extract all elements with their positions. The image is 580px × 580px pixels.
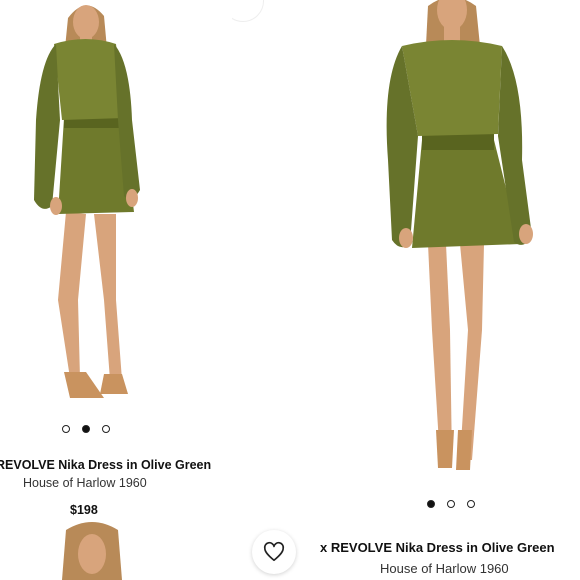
left-sleeve — [34, 44, 60, 209]
left-shoe — [436, 430, 454, 468]
carousel-dot-3[interactable] — [467, 500, 475, 508]
bodice-shape — [54, 39, 124, 120]
bodice-shape — [402, 40, 502, 136]
left-leg — [428, 244, 452, 460]
left-carousel-dots — [62, 425, 110, 433]
face-shape — [73, 5, 99, 39]
left-hand — [399, 228, 413, 248]
carousel-dot-1[interactable] — [62, 425, 70, 433]
carousel-dot-3[interactable] — [102, 425, 110, 433]
right-hand — [126, 189, 138, 207]
left-product-price: $198 — [70, 503, 98, 517]
left-leg — [58, 212, 86, 378]
favorite-button[interactable] — [252, 530, 296, 574]
right-shoe — [100, 374, 128, 394]
left-hand — [50, 197, 62, 215]
left-shoe — [64, 372, 104, 398]
right-product-card[interactable]: x REVOLVE Nika Dress in Olive Green Hous… — [232, 0, 580, 580]
face-shape — [78, 534, 106, 574]
right-product-brand[interactable]: House of Harlow 1960 — [380, 561, 509, 576]
right-leg — [94, 214, 122, 380]
right-carousel-dots — [427, 500, 475, 508]
right-shoe — [456, 430, 472, 470]
left-product-brand[interactable]: House of Harlow 1960 — [23, 476, 147, 490]
right-product-title[interactable]: x REVOLVE Nika Dress in Olive Green — [320, 540, 555, 555]
right-leg — [460, 244, 484, 460]
right-product-image[interactable] — [232, 0, 580, 480]
left-next-product-image[interactable] — [0, 520, 232, 580]
carousel-dot-1[interactable] — [427, 500, 435, 508]
right-hand — [519, 224, 533, 244]
left-product-image[interactable] — [0, 0, 232, 420]
neck-shape — [444, 24, 460, 42]
carousel-dot-2[interactable] — [82, 425, 90, 433]
carousel-dot-2[interactable] — [447, 500, 455, 508]
left-product-card[interactable]: REVOLVE Nika Dress in Olive Green House … — [0, 0, 232, 580]
heart-icon — [263, 541, 285, 562]
left-product-title[interactable]: REVOLVE Nika Dress in Olive Green — [0, 458, 211, 472]
waistband-shape — [422, 134, 494, 150]
